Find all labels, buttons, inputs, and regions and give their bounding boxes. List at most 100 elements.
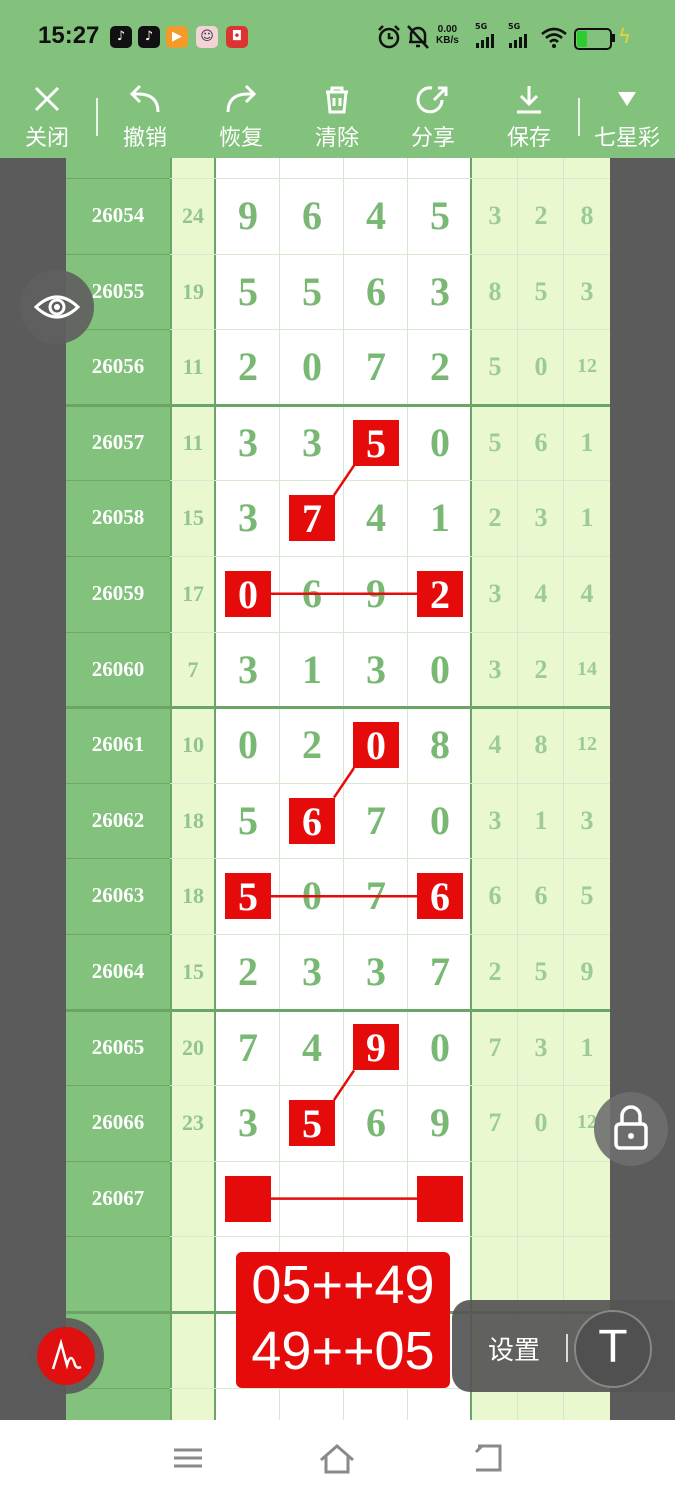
digit-cell[interactable]: 4	[344, 178, 408, 253]
highlight-mark[interactable]: 6	[417, 873, 463, 920]
digit-cell[interactable]: 2	[408, 329, 472, 404]
avatar-app-icon: ☺	[196, 26, 218, 48]
digit-cell[interactable]: 3	[216, 632, 280, 707]
digit-cell[interactable]: 6	[344, 1085, 408, 1160]
stat-cell: 7	[488, 1032, 502, 1062]
signal-bars-2-icon	[509, 34, 531, 48]
digit-cell[interactable]: 3	[280, 934, 344, 1009]
highlight-mark[interactable]: 5	[289, 1100, 335, 1146]
stat-cell: 7	[488, 1108, 502, 1138]
digit-cell[interactable]: 3	[408, 254, 472, 329]
trash-icon	[326, 86, 348, 114]
digit-cell[interactable]: 7	[344, 329, 408, 404]
digit-cell[interactable]: 1	[280, 632, 344, 707]
highlight-mark[interactable]: 0	[353, 722, 399, 768]
digit-cell[interactable]: 4	[344, 480, 408, 555]
stat-cell: 3	[580, 276, 594, 306]
redo-button[interactable]: 恢复	[198, 76, 284, 158]
sum-value: 18	[182, 883, 204, 909]
digit-cell[interactable]: 7	[216, 1010, 280, 1085]
digit-cell[interactable]: 3	[216, 1085, 280, 1160]
sum-value: 7	[187, 656, 199, 682]
digit-cell[interactable]: 5	[216, 783, 280, 858]
digit-cell[interactable]: 0	[408, 1010, 472, 1085]
highlight-mark[interactable]	[225, 1175, 271, 1222]
digit-cell[interactable]: 7	[344, 858, 408, 933]
highlight-mark[interactable]: 2	[417, 570, 463, 617]
issue-row-divider	[66, 1236, 170, 1238]
lottery-chart-table[interactable]: 26054 24 9 6 4 5 3 2 8 26055 19 5 5 6 3 8 5 3 26056 11 2 0 7 2 5…	[66, 158, 610, 1420]
lottery-type-dropdown[interactable]: 七星彩	[584, 76, 670, 158]
digit-cell[interactable]: 8	[408, 707, 472, 782]
digit-cell[interactable]: 0	[280, 329, 344, 404]
digit-cell[interactable]: 5	[280, 254, 344, 329]
highlight-mark[interactable]: 9	[353, 1024, 399, 1071]
issue-number: 26054	[91, 203, 145, 227]
table-row: 26065207490731	[66, 1010, 610, 1085]
lottery-type-label: 七星彩	[593, 126, 660, 151]
digit-cell[interactable]: 6	[344, 254, 408, 329]
download-icon	[517, 86, 541, 114]
save-button[interactable]: 保存	[486, 76, 572, 158]
table-row: 26062185670313	[66, 783, 610, 858]
share-button[interactable]: 分享	[390, 76, 476, 158]
settings-button[interactable]: 设置	[488, 1330, 540, 1367]
lock-button[interactable]	[594, 1092, 668, 1166]
digit-cell[interactable]: 7	[408, 934, 472, 1009]
digit-cell[interactable]: 9	[216, 178, 280, 253]
highlight-mark[interactable]: 7	[289, 495, 335, 542]
undo-button[interactable]: 撤销	[102, 76, 188, 158]
digit-cell[interactable]: 3	[280, 405, 344, 480]
digit-cell[interactable]: 0	[408, 632, 472, 707]
highlight-mark[interactable]: 5	[225, 873, 271, 920]
highlight-mark[interactable]: 6	[289, 797, 335, 844]
back-icon[interactable]	[470, 1442, 504, 1474]
stat-cell: 4	[580, 579, 594, 608]
redo-icon	[226, 84, 257, 113]
highlight-mark[interactable]: 0	[225, 570, 271, 617]
digit-cell[interactable]: 1	[408, 480, 472, 555]
digit-cell[interactable]: 3	[344, 934, 408, 1009]
digit-cell[interactable]: 0	[408, 405, 472, 480]
stat-cell: 2	[534, 654, 548, 684]
menu-icon[interactable]	[172, 1442, 204, 1474]
highlight-mark[interactable]: 5	[353, 419, 399, 466]
pen-tool-button[interactable]	[28, 1318, 104, 1394]
digit-cell[interactable]: 2	[216, 329, 280, 404]
clear-button[interactable]: 清除	[294, 76, 380, 158]
lock-icon	[614, 1105, 648, 1150]
digit-cell[interactable]: 3	[344, 632, 408, 707]
digit-cell[interactable]: 9	[408, 1085, 472, 1160]
pen-tool-circle	[37, 1327, 95, 1385]
digit-cell[interactable]: 3	[216, 480, 280, 555]
digit-cell[interactable]: 0	[280, 858, 344, 933]
digit-cell[interactable]: 2	[280, 707, 344, 782]
issue-number: 26063	[91, 883, 145, 908]
issue-number: 26061	[91, 732, 145, 757]
stat-cell: 5	[534, 276, 548, 306]
digit-cell[interactable]	[344, 1161, 408, 1236]
close-button[interactable]: 关闭	[4, 76, 90, 158]
eye-toggle-button[interactable]	[20, 270, 94, 344]
digit-cell[interactable]: 0	[408, 783, 472, 858]
digit-cell[interactable]: 4	[280, 1010, 344, 1085]
digit-cell[interactable]: 3	[216, 405, 280, 480]
digit-cell[interactable]: 6	[280, 178, 344, 253]
sum-value: 17	[182, 581, 204, 606]
tiktok-icon: ♪	[138, 26, 160, 48]
digit-cell[interactable]: 5	[216, 254, 280, 329]
home-icon[interactable]	[318, 1442, 356, 1476]
digit-cell[interactable]: 7	[344, 783, 408, 858]
highlight-mark[interactable]	[417, 1175, 463, 1222]
net-speed-value: 0.00	[437, 24, 458, 35]
digit-cell[interactable]: 0	[216, 707, 280, 782]
close-icon	[34, 86, 60, 112]
digit-cell[interactable]	[280, 1161, 344, 1236]
digit-cell[interactable]: 9	[344, 556, 408, 631]
table-row: 260611002084812	[66, 707, 610, 782]
text-tool-button[interactable]: T	[574, 1310, 652, 1388]
digit-cell[interactable]: 6	[280, 556, 344, 631]
stat-cell: 1	[580, 427, 594, 457]
digit-cell[interactable]: 5	[408, 178, 472, 253]
digit-cell[interactable]: 2	[216, 934, 280, 1009]
